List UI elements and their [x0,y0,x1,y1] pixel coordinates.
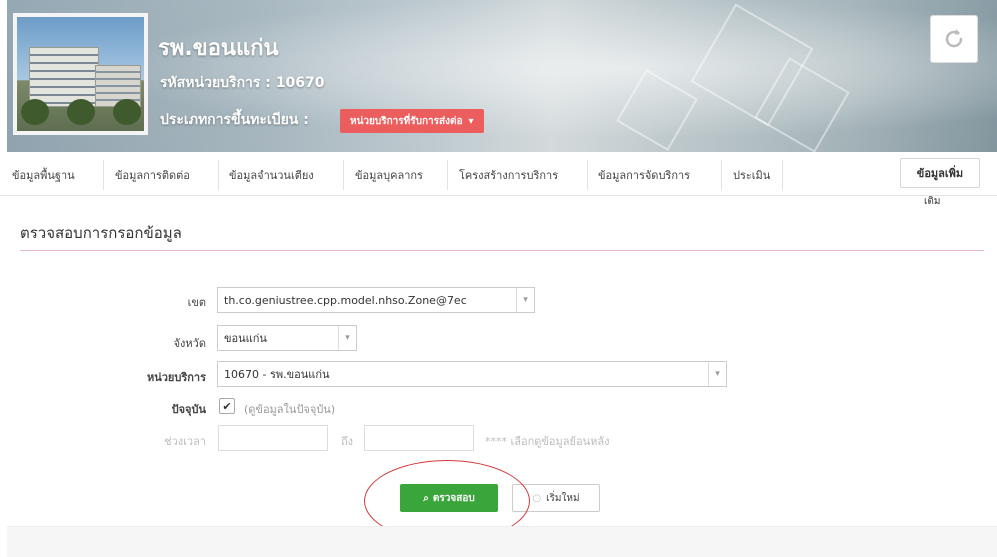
period-to-label: ถึง [341,435,354,448]
zone-label: เขต [187,296,206,309]
hospital-photo [13,13,148,135]
reset-button-label: เริ่มใหม่ [546,492,580,504]
zone-value: th.co.geniustree.cpp.model.nhso.Zone@7ec [224,293,467,307]
province-label: จังหวัด [173,337,206,350]
hospital-header [7,0,997,152]
period-hint: **** เลือกดูข้อมูลย้อนหลัง [485,435,610,448]
page-title: ตรวจสอบการกรอกข้อมูล [20,224,182,242]
tab-service-provision[interactable]: ข้อมูลการจัดบริการ [598,154,690,195]
check-icon: ✔ [222,399,232,413]
current-hint: (ดูข้อมูลในปัจจุบัน) [244,403,336,416]
tab-basic-info[interactable]: ข้อมูลพื้นฐาน [12,154,75,195]
tab-divider [218,160,219,190]
tab-divider [782,160,783,190]
tab-bed-count[interactable]: ข้อมูลจำนวนเตียง [229,154,314,195]
hospital-name: รพ.ขอนแก่น [158,36,279,61]
period-to-input[interactable] [364,425,474,451]
more-info-label-extra: เติม [924,196,941,207]
hospital-code: รหัสหน่วยบริการ : 10670 [160,75,325,91]
reset-icon: ○ [532,492,542,504]
tab-divider [721,160,722,190]
footer [7,526,997,557]
title-divider [20,250,984,251]
province-select[interactable]: ขอนแก่น ▾ [217,325,357,351]
tab-evaluation[interactable]: ประเมิน [733,154,770,195]
refresh-icon [945,29,963,48]
tab-bar: ข้อมูลพื้นฐาน ข้อมูลการติดต่อ ข้อมูลจำนว… [0,154,997,196]
chevron-down-icon: ▾ [708,362,726,386]
tree-shape [21,99,49,125]
chevron-down-icon: ▾ [338,326,356,350]
current-checkbox[interactable]: ✔ [219,398,235,414]
chevron-down-icon: ▾ [516,288,534,312]
tab-service-structure[interactable]: โครงสร้างการบริการ [459,154,558,195]
refresh-button[interactable] [930,15,978,63]
building-shape [29,47,99,107]
tab-divider [103,160,104,190]
registration-type-label: ประเภทการขึ้นทะเบียน : [160,112,309,128]
period-label: ช่วงเวลา [164,435,206,448]
caret-down-icon: ▾ [468,115,474,127]
tab-divider [587,160,588,190]
registration-type-value: หน่วยบริการที่รับการส่งต่อ [350,115,463,127]
more-info-button[interactable]: ข้อมูลเพิ่ม [900,158,980,188]
registration-type-button[interactable]: หน่วยบริการที่รับการส่งต่อ ▾ [340,109,484,133]
unit-value: 10670 - รพ.ขอนแก่น [224,368,330,381]
header-background [7,0,997,152]
tab-personnel[interactable]: ข้อมูลบุคลากร [355,154,423,195]
zone-select[interactable]: th.co.geniustree.cpp.model.nhso.Zone@7ec… [217,287,535,313]
tree-shape [113,99,141,125]
province-value: ขอนแก่น [224,332,267,345]
tree-shape [67,99,95,125]
current-label: ปัจจุบัน [171,403,206,416]
period-from-input[interactable] [218,425,328,451]
unit-select[interactable]: 10670 - รพ.ขอนแก่น ▾ [217,361,727,387]
unit-label: หน่วยบริการ [146,371,206,384]
tab-contact-info[interactable]: ข้อมูลการติดต่อ [115,154,190,195]
tab-divider [343,160,344,190]
tab-divider [447,160,448,190]
